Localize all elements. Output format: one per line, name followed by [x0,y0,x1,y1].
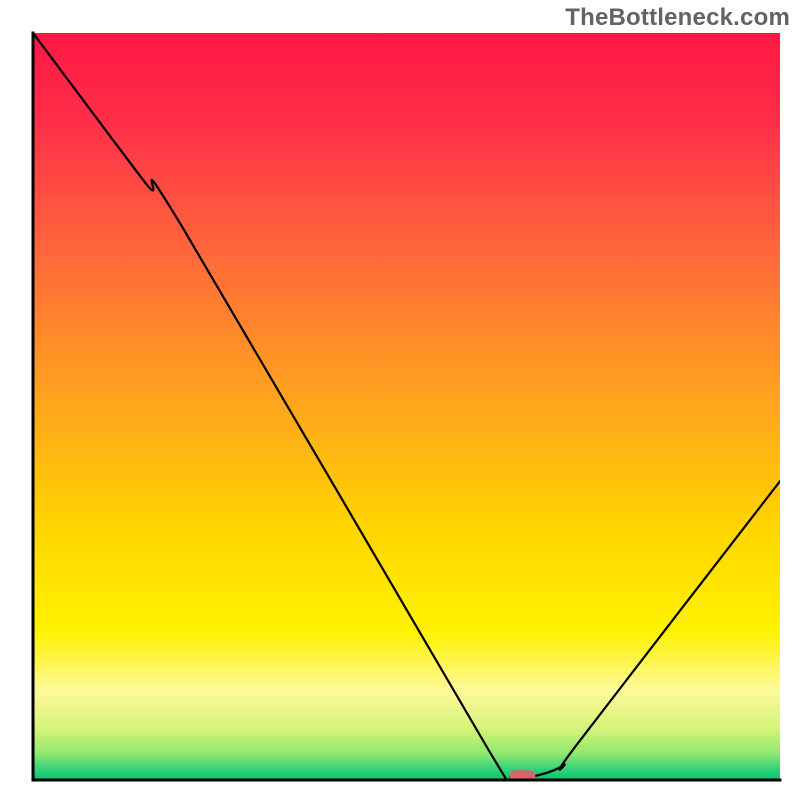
plot-area [33,33,780,798]
chart-container: TheBottleneck.com [0,0,800,800]
gradient-background [33,33,780,780]
watermark-text: TheBottleneck.com [565,4,790,32]
bottleneck-chart [0,0,800,800]
